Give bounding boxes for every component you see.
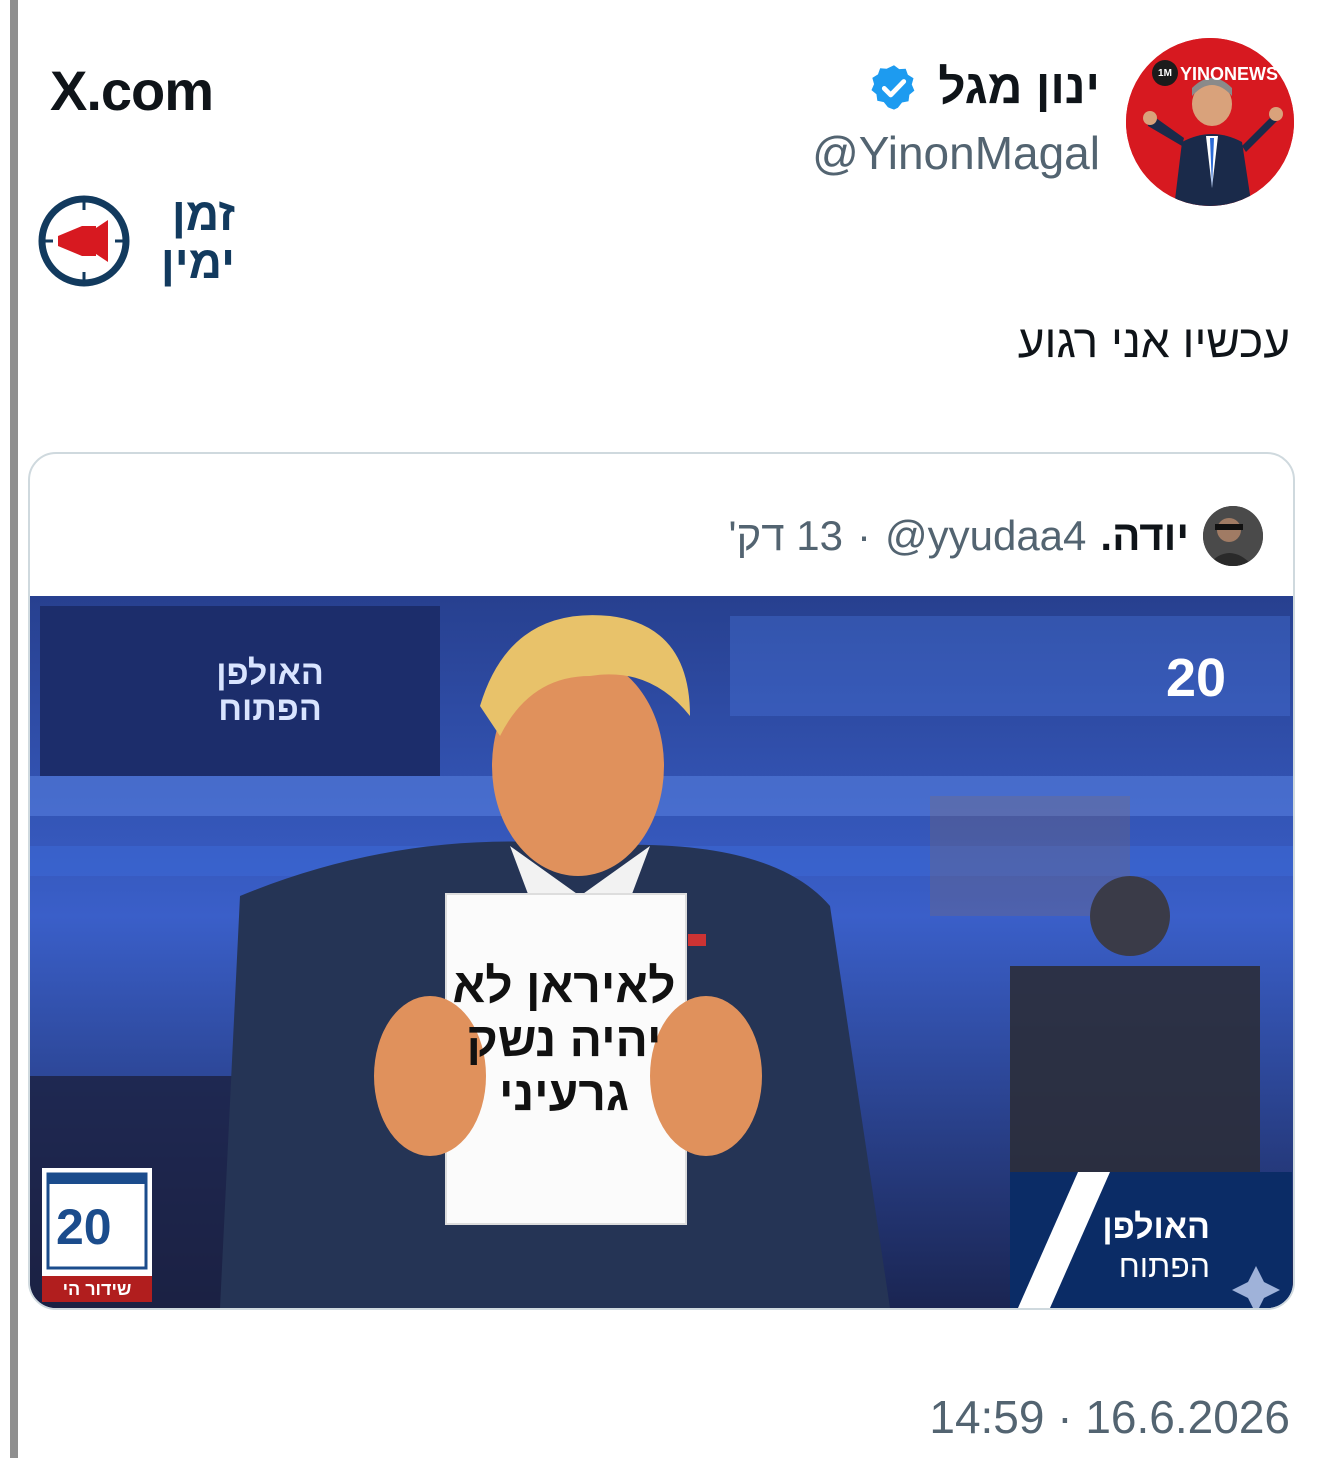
- lower-third-title: האולפן: [1102, 1208, 1210, 1246]
- quoted-tweet-card[interactable]: יודה. @yyudaa4 · 13 דק': [28, 452, 1295, 1310]
- corner-channel-text: 20: [56, 1199, 112, 1255]
- zman-yamin-text: זמן ימין: [160, 188, 235, 288]
- quoted-time[interactable]: 13 דק': [729, 512, 843, 560]
- avatar-badge: 1M: [1152, 60, 1178, 86]
- channel-20-bug-icon: 20: [1166, 648, 1226, 708]
- quoted-author-avatar[interactable]: [1203, 506, 1263, 566]
- quoted-avatar-image: [1203, 506, 1263, 566]
- tweet-text: עכשיו אני רגוע: [1017, 315, 1290, 367]
- tweet-timestamp[interactable]: 14:59 · 16.6.2026: [929, 1390, 1290, 1444]
- avatar-channel-label: YINONEWS: [1180, 64, 1279, 84]
- quoted-tweet-header: יודה. @yyudaa4 · 13 דק': [729, 506, 1263, 566]
- left-rule: [10, 0, 18, 1458]
- quoted-author-name[interactable]: יודה.: [1100, 512, 1189, 560]
- corner-logo-caption: שידור הי: [42, 1276, 152, 1302]
- studio-sign-text: האולפן הפתוח: [216, 654, 324, 728]
- site-label: X.com: [50, 59, 214, 122]
- quoted-author-handle[interactable]: @yyudaa4: [885, 512, 1086, 560]
- verified-badge-icon: [871, 65, 915, 110]
- sign-text: לאיראן לא יהיה נשק גרעיני: [452, 960, 676, 1121]
- channel-bug-text: 20: [1166, 648, 1226, 708]
- author-name[interactable]: ינון מגל: [938, 60, 1100, 115]
- channel-20-corner-mark-icon: 20: [46, 1172, 148, 1270]
- quoted-separator: ·: [856, 512, 871, 559]
- lower-third-subtitle: הפתוח: [1118, 1248, 1210, 1284]
- author-handle[interactable]: @YinonMagal: [812, 126, 1100, 180]
